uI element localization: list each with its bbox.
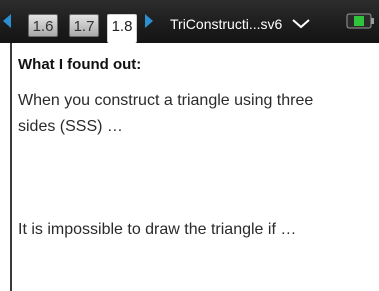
tab-1-6[interactable]: 1.6 <box>28 14 58 37</box>
notes-heading: What I found out: <box>18 56 142 73</box>
right-arrow-icon[interactable] <box>145 14 153 28</box>
battery-icon <box>346 13 374 29</box>
notes-paragraph-1: When you construct a triangle using thre… <box>18 88 358 140</box>
tab-1-7[interactable]: 1.7 <box>69 14 99 37</box>
page-left-border <box>10 43 12 291</box>
document-title[interactable]: TriConstructi...sv6 <box>170 16 282 32</box>
notes-paragraph-2: It is impossible to draw the triangle if… <box>18 221 297 238</box>
left-arrow-icon[interactable] <box>3 14 11 28</box>
notes-page[interactable] <box>0 43 379 291</box>
top-toolbar: 1.6 1.7 1.8 TriConstructi...sv6 <box>0 0 379 43</box>
chevron-down-icon[interactable] <box>292 19 310 29</box>
paragraph-1-line-2: sides (SSS) … <box>18 118 123 135</box>
tab-1-8[interactable]: 1.8 <box>107 14 137 43</box>
paragraph-1-line-1: When you construct a triangle using thre… <box>18 92 314 109</box>
